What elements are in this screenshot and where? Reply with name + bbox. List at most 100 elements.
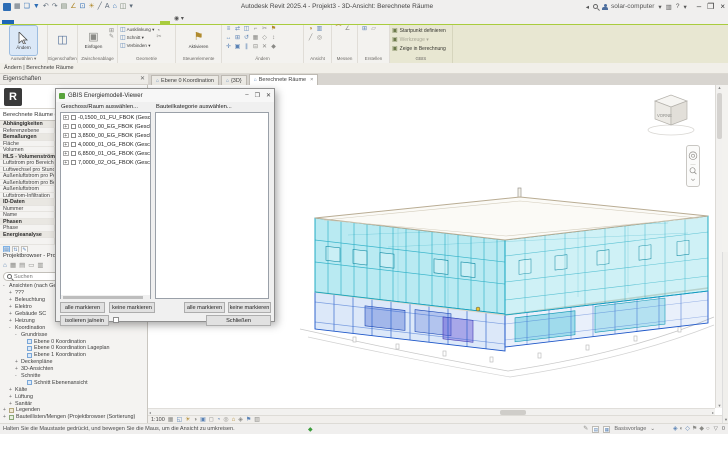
analytical-model-icon[interactable]: ◈: [238, 417, 243, 423]
default-3d-view-icon[interactable]: ⌂: [113, 3, 117, 10]
ribbon-tab[interactable]: [160, 21, 170, 24]
tree-item[interactable]: Ebene 0 Koordination: [0, 338, 147, 345]
account-name[interactable]: solar-computer: [611, 3, 654, 10]
worksharing-display-icon[interactable]: ▥: [254, 417, 260, 423]
ribbon-tab[interactable]: [104, 21, 114, 24]
geometry-item[interactable]: ◫ Ausklinkung ▾: [120, 26, 154, 34]
gbis-ribbon-button[interactable]: ▣ Startpunkt definieren: [392, 27, 446, 35]
level-checkbox[interactable]: [71, 160, 77, 166]
activate-controls-button[interactable]: ⚑ Aktivieren: [185, 26, 212, 55]
offset-icon[interactable]: ⇄: [233, 26, 242, 35]
undo-icon[interactable]: ↶: [43, 3, 49, 10]
start-point-marker[interactable]: [476, 307, 480, 311]
browser-doc-icon[interactable]: ▥: [37, 263, 43, 269]
home-icon[interactable]: ⌂: [3, 263, 7, 269]
redo-icon[interactable]: ↷: [52, 3, 58, 10]
tree-item[interactable]: + 3D-Ansichten: [0, 366, 147, 373]
expand-icon[interactable]: +: [63, 124, 69, 130]
close-button[interactable]: ×: [720, 2, 725, 11]
split-icon[interactable]: ✂: [260, 26, 269, 35]
active-template-label[interactable]: Basisvorlage: [614, 426, 646, 432]
tree-item[interactable]: Ebene 1 Koordination: [0, 352, 147, 359]
isolate-button[interactable]: isolieren ja/nein: [60, 315, 109, 326]
rotate-icon[interactable]: ↺: [242, 35, 251, 44]
dialog-maximize-icon[interactable]: ❐: [255, 92, 260, 99]
tree-item[interactable]: - Grundrisse: [0, 331, 147, 338]
ribbon-tab[interactable]: [134, 21, 144, 24]
gbis-ribbon-button[interactable]: ▣ Zeige in Berechnung: [392, 45, 446, 53]
create-group-icon[interactable]: ⊞: [360, 26, 369, 35]
browser-grid-icon[interactable]: ▦: [10, 263, 16, 269]
viewcube[interactable]: VORNE: [645, 93, 697, 139]
scale-icon[interactable]: ◇: [260, 35, 269, 44]
tree-item[interactable]: Ebene 0 Koordination Lageplan: [0, 345, 147, 352]
levels-hscrollbar[interactable]: [61, 295, 150, 299]
minimize-button[interactable]: –: [697, 2, 701, 11]
ribbon-tab[interactable]: [124, 21, 134, 24]
level-checkbox[interactable]: [71, 115, 77, 121]
tree-item[interactable]: + Kälte: [0, 386, 147, 393]
design-options-icon[interactable]: ✎: [583, 426, 588, 432]
ribbon-tab[interactable]: [94, 21, 104, 24]
ribbon-tab[interactable]: [24, 21, 34, 24]
level-item[interactable]: + 4,0000_01_OG_FBOK (Geschossniveau + 4m…: [61, 140, 150, 149]
tree-item[interactable]: + Bauteillisten/Mengen (Projektbrowser (…: [0, 414, 147, 421]
reveal-icon[interactable]: ◎: [315, 35, 324, 44]
dimension-icon[interactable]: ∠: [343, 26, 352, 35]
ribbon-tab[interactable]: [64, 21, 74, 24]
categories-select-none-button[interactable]: keine markieren: [228, 302, 271, 313]
wall-joins-icon[interactable]: ⊟: [251, 44, 260, 53]
tag-icon[interactable]: ⊡: [80, 3, 86, 10]
window-menu-icon[interactable]: ▦: [14, 3, 21, 10]
isolate-checkbox[interactable]: [113, 317, 119, 323]
drag-on-selection-icon[interactable]: ○: [706, 426, 710, 432]
join-icon[interactable]: ∥: [242, 44, 251, 53]
tree-item[interactable]: + Lüftung: [0, 393, 147, 400]
create-similar-icon[interactable]: ▱: [369, 26, 378, 35]
view-tab[interactable]: ⌂ {3D} ×: [221, 75, 247, 85]
app-icon[interactable]: [3, 3, 11, 11]
categories-select-all-button[interactable]: alle markieren: [184, 302, 225, 313]
view-tab[interactable]: ⌂ Berechnete Räume ×: [249, 74, 319, 85]
line-icon[interactable]: ╱: [98, 3, 102, 10]
demolish-icon[interactable]: ✂: [156, 34, 161, 40]
shadows-icon[interactable]: ◑: [194, 417, 198, 423]
crop-view-icon[interactable]: ▣: [200, 417, 206, 423]
ribbon-tab[interactable]: [2, 20, 14, 24]
copy-element-icon[interactable]: ⊞: [233, 35, 242, 44]
linework-icon[interactable]: ╱: [306, 35, 315, 44]
align-icon[interactable]: ≡: [224, 26, 233, 35]
ribbon-tab[interactable]: [144, 21, 154, 24]
scale-button[interactable]: 1:100: [151, 417, 165, 423]
qat-customize-icon[interactable]: ▾: [129, 3, 133, 10]
modify-button[interactable]: Ändern: [10, 26, 37, 55]
account-icon[interactable]: [602, 4, 607, 9]
text-icon[interactable]: A: [105, 3, 110, 10]
dialog-close-icon[interactable]: ✕: [266, 92, 271, 99]
ruler-icon[interactable]: ⌒: [334, 26, 343, 35]
tree-item[interactable]: Schnitt Ebenenansicht: [0, 379, 147, 386]
view-tab[interactable]: ⌂ Ebene 0 Koordination ×: [151, 75, 219, 85]
select-pinned-icon[interactable]: ⚑: [692, 426, 697, 432]
account-dropdown-icon[interactable]: ▾: [658, 3, 661, 11]
browser-sheet-icon[interactable]: ▭: [28, 263, 34, 269]
ribbon-tab[interactable]: [44, 21, 54, 24]
tree-item[interactable]: + Sanitär: [0, 400, 147, 407]
level-checkbox[interactable]: [71, 133, 77, 139]
expand-icon[interactable]: +: [63, 151, 69, 157]
tree-item[interactable]: + Legenden: [0, 407, 147, 414]
gbis-ribbon-button[interactable]: ▣ Werkzeuge ▾: [392, 36, 446, 44]
geometry-item[interactable]: ◫ Schnitt ▾: [120, 34, 154, 42]
ribbon-tab[interactable]: [114, 21, 124, 24]
level-checkbox[interactable]: [71, 124, 77, 130]
select-by-face-icon[interactable]: ◆: [699, 426, 704, 432]
temporary-view-icon[interactable]: ⌂: [232, 417, 236, 423]
level-item[interactable]: + 3,8500_00_EG_FBOK (Geschossniveau + 3,…: [61, 131, 150, 140]
levels-select-all-button[interactable]: alle markieren: [60, 302, 105, 313]
print-icon[interactable]: ▤: [61, 3, 68, 10]
level-checkbox[interactable]: [71, 151, 77, 157]
unpin-icon[interactable]: ↕: [269, 35, 278, 44]
override-icon[interactable]: ▥: [315, 26, 324, 35]
horizontal-scrollbar[interactable]: ◂▸: [148, 408, 715, 415]
exclude-options-icon[interactable]: ◈: [673, 426, 678, 432]
